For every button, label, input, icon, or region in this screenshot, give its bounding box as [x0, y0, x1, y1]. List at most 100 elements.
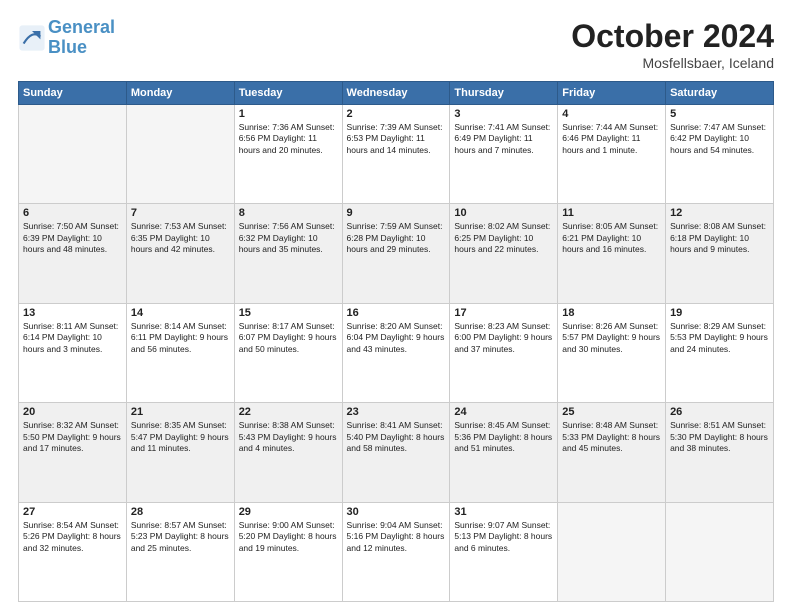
day-number: 7 [131, 207, 230, 219]
day-info: Sunrise: 9:07 AM Sunset: 5:13 PM Dayligh… [454, 520, 553, 554]
table-row: 23 Sunrise: 8:41 AM Sunset: 5:40 PM Dayli… [342, 403, 450, 502]
table-row: 1Sunrise: 7:36 AM Sunset: 6:56 PM Daylig… [234, 105, 342, 204]
day-info: Sunrise: 8:20 AM Sunset: 6:04 PM Dayligh… [347, 321, 446, 355]
table-row: 15Sunrise: 8:17 AM Sunset: 6:07 PM Dayli… [234, 303, 342, 402]
calendar-week-row: 20 Sunrise: 8:32 AM Sunset: 5:50 PM Dayli… [19, 403, 774, 502]
day-info: Sunrise: 8:05 AM Sunset: 6:21 PM Dayligh… [562, 221, 661, 255]
day-number: 17 [454, 307, 553, 319]
day-number: 8 [239, 207, 338, 219]
day-info: Sunrise: 7:50 AM Sunset: 6:39 PM Dayligh… [23, 221, 122, 255]
table-row: 3 Sunrise: 7:41 AM Sunset: 6:49 PM Daylig… [450, 105, 558, 204]
month-title: October 2024 [571, 18, 774, 55]
header-tuesday: Tuesday [234, 82, 342, 105]
day-info: Sunrise: 8:35 AM Sunset: 5:47 PM Dayligh… [131, 420, 230, 454]
table-row: 17Sunrise: 8:23 AM Sunset: 6:00 PM Dayli… [450, 303, 558, 402]
table-row: 12 Sunrise: 8:08 AM Sunset: 6:18 PM Dayli… [666, 204, 774, 303]
header-friday: Friday [558, 82, 666, 105]
day-number: 14 [131, 307, 230, 319]
day-info: Sunrise: 7:56 AM Sunset: 6:32 PM Dayligh… [239, 221, 338, 255]
logo-icon [18, 24, 46, 52]
day-number: 21 [131, 406, 230, 418]
day-number: 23 [347, 406, 446, 418]
day-number: 31 [454, 506, 553, 518]
table-row: 14 Sunrise: 8:14 AM Sunset: 6:11 PM Dayli… [126, 303, 234, 402]
table-row: 25Sunrise: 8:48 AM Sunset: 5:33 PM Dayli… [558, 403, 666, 502]
table-row: 22Sunrise: 8:38 AM Sunset: 5:43 PM Dayli… [234, 403, 342, 502]
day-info: Sunrise: 8:08 AM Sunset: 6:18 PM Dayligh… [670, 221, 769, 255]
day-info: Sunrise: 7:44 AM Sunset: 6:46 PM Dayligh… [562, 122, 661, 156]
table-row: 21 Sunrise: 8:35 AM Sunset: 5:47 PM Dayli… [126, 403, 234, 502]
header: General Blue October 2024 Mosfellsbaer, … [18, 18, 774, 71]
day-number: 16 [347, 307, 446, 319]
day-number: 20 [23, 406, 122, 418]
table-row: 11 Sunrise: 8:05 AM Sunset: 6:21 PM Dayli… [558, 204, 666, 303]
logo: General Blue [18, 18, 115, 58]
table-row: 7Sunrise: 7:53 AM Sunset: 6:35 PM Daylig… [126, 204, 234, 303]
table-row: 19Sunrise: 8:29 AM Sunset: 5:53 PM Dayli… [666, 303, 774, 402]
day-info: Sunrise: 8:45 AM Sunset: 5:36 PM Dayligh… [454, 420, 553, 454]
page: General Blue October 2024 Mosfellsbaer, … [0, 0, 792, 612]
day-number: 27 [23, 506, 122, 518]
header-saturday: Saturday [666, 82, 774, 105]
header-sunday: Sunday [19, 82, 127, 105]
day-info: Sunrise: 8:14 AM Sunset: 6:11 PM Dayligh… [131, 321, 230, 355]
day-info: Sunrise: 7:36 AM Sunset: 6:56 PM Dayligh… [239, 122, 338, 156]
day-info: Sunrise: 7:41 AM Sunset: 6:49 PM Dayligh… [454, 122, 553, 156]
table-row: 29 Sunrise: 9:00 AM Sunset: 5:20 PM Dayli… [234, 502, 342, 601]
day-number: 9 [347, 207, 446, 219]
day-info: Sunrise: 8:29 AM Sunset: 5:53 PM Dayligh… [670, 321, 769, 355]
day-info: Sunrise: 8:51 AM Sunset: 5:30 PM Dayligh… [670, 420, 769, 454]
table-row: 2 Sunrise: 7:39 AM Sunset: 6:53 PM Daylig… [342, 105, 450, 204]
day-number: 30 [347, 506, 446, 518]
day-number: 4 [562, 108, 661, 120]
day-number: 13 [23, 307, 122, 319]
day-number: 28 [131, 506, 230, 518]
day-info: Sunrise: 7:47 AM Sunset: 6:42 PM Dayligh… [670, 122, 769, 156]
table-row: 31 Sunrise: 9:07 AM Sunset: 5:13 PM Dayli… [450, 502, 558, 601]
day-info: Sunrise: 8:41 AM Sunset: 5:40 PM Dayligh… [347, 420, 446, 454]
calendar-header-row: Sunday Monday Tuesday Wednesday Thursday… [19, 82, 774, 105]
day-number: 5 [670, 108, 769, 120]
table-row: 26Sunrise: 8:51 AM Sunset: 5:30 PM Dayli… [666, 403, 774, 502]
table-row [666, 502, 774, 601]
table-row: 9 Sunrise: 7:59 AM Sunset: 6:28 PM Daylig… [342, 204, 450, 303]
day-number: 12 [670, 207, 769, 219]
table-row: 10Sunrise: 8:02 AM Sunset: 6:25 PM Dayli… [450, 204, 558, 303]
location: Mosfellsbaer, Iceland [571, 55, 774, 71]
table-row [19, 105, 127, 204]
table-row: 16 Sunrise: 8:20 AM Sunset: 6:04 PM Dayli… [342, 303, 450, 402]
table-row [558, 502, 666, 601]
day-number: 3 [454, 108, 553, 120]
table-row: 8 Sunrise: 7:56 AM Sunset: 6:32 PM Daylig… [234, 204, 342, 303]
table-row: 24 Sunrise: 8:45 AM Sunset: 5:36 PM Dayli… [450, 403, 558, 502]
calendar-week-row: 13Sunrise: 8:11 AM Sunset: 6:14 PM Dayli… [19, 303, 774, 402]
day-info: Sunrise: 7:59 AM Sunset: 6:28 PM Dayligh… [347, 221, 446, 255]
day-info: Sunrise: 7:39 AM Sunset: 6:53 PM Dayligh… [347, 122, 446, 156]
header-monday: Monday [126, 82, 234, 105]
day-info: Sunrise: 8:17 AM Sunset: 6:07 PM Dayligh… [239, 321, 338, 355]
day-number: 25 [562, 406, 661, 418]
day-number: 6 [23, 207, 122, 219]
table-row: 13Sunrise: 8:11 AM Sunset: 6:14 PM Dayli… [19, 303, 127, 402]
day-info: Sunrise: 8:54 AM Sunset: 5:26 PM Dayligh… [23, 520, 122, 554]
day-info: Sunrise: 8:26 AM Sunset: 5:57 PM Dayligh… [562, 321, 661, 355]
table-row: 28 Sunrise: 8:57 AM Sunset: 5:23 PM Dayli… [126, 502, 234, 601]
day-number: 29 [239, 506, 338, 518]
table-row: 18 Sunrise: 8:26 AM Sunset: 5:57 PM Dayli… [558, 303, 666, 402]
day-info: Sunrise: 8:02 AM Sunset: 6:25 PM Dayligh… [454, 221, 553, 255]
day-number: 24 [454, 406, 553, 418]
table-row: 4 Sunrise: 7:44 AM Sunset: 6:46 PM Daylig… [558, 105, 666, 204]
table-row: 20 Sunrise: 8:32 AM Sunset: 5:50 PM Dayli… [19, 403, 127, 502]
day-number: 18 [562, 307, 661, 319]
calendar-week-row: 6 Sunrise: 7:50 AM Sunset: 6:39 PM Daylig… [19, 204, 774, 303]
day-info: Sunrise: 9:00 AM Sunset: 5:20 PM Dayligh… [239, 520, 338, 554]
day-info: Sunrise: 9:04 AM Sunset: 5:16 PM Dayligh… [347, 520, 446, 554]
day-number: 11 [562, 207, 661, 219]
day-number: 2 [347, 108, 446, 120]
logo-text: General Blue [48, 18, 115, 58]
day-info: Sunrise: 8:57 AM Sunset: 5:23 PM Dayligh… [131, 520, 230, 554]
calendar-week-row: 27 Sunrise: 8:54 AM Sunset: 5:26 PM Dayli… [19, 502, 774, 601]
calendar-table: Sunday Monday Tuesday Wednesday Thursday… [18, 81, 774, 602]
day-info: Sunrise: 8:32 AM Sunset: 5:50 PM Dayligh… [23, 420, 122, 454]
title-block: October 2024 Mosfellsbaer, Iceland [571, 18, 774, 71]
